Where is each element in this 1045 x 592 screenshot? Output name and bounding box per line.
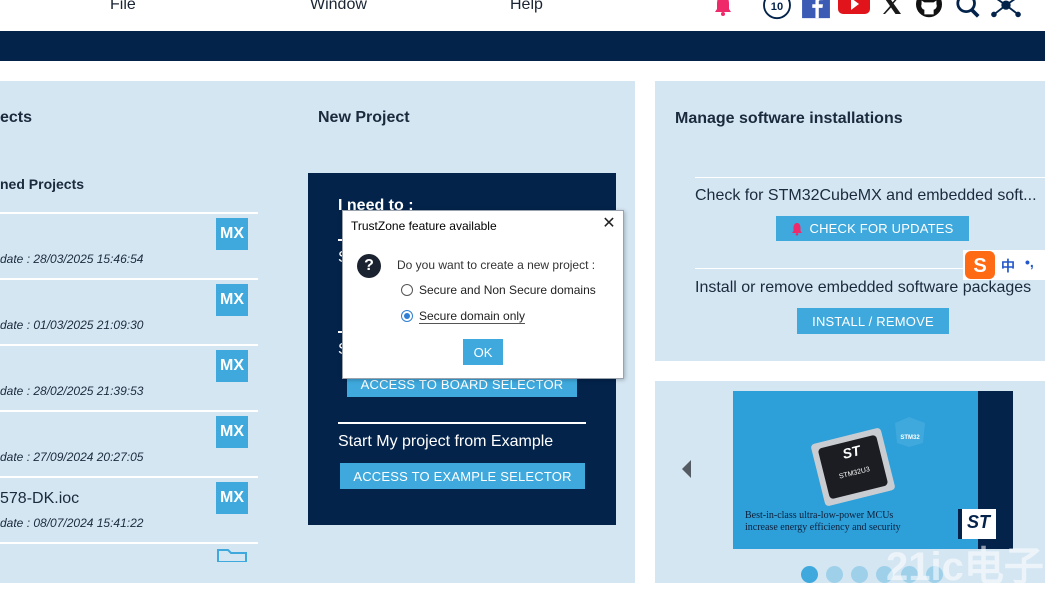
carousel-dot[interactable] (851, 566, 868, 583)
option-secure-non-secure-label[interactable]: Secure and Non Secure domains (419, 283, 596, 297)
nav-band (0, 31, 1045, 61)
trustzone-dialog: TrustZone feature available ✕ ? Do you w… (342, 210, 624, 379)
mx-badge-icon[interactable]: MX (216, 350, 248, 382)
recent-project-date: date : 28/03/2025 15:46:54 (0, 252, 144, 266)
recent-project-date: date : 27/09/2024 20:27:05 (0, 450, 144, 464)
bell-icon (792, 222, 803, 236)
ime-mode-label[interactable]: 中 (1001, 256, 1015, 276)
stm32-badge-label: STM32 (900, 435, 920, 441)
menu-file[interactable]: File (110, 0, 136, 14)
svg-text:10: 10 (771, 1, 783, 13)
ime-toolbar[interactable]: S 中 •, (963, 250, 1045, 280)
facebook-icon[interactable] (800, 0, 832, 20)
svg-text:S: S (973, 255, 986, 277)
dialog-title: TrustZone feature available (351, 219, 497, 233)
sogou-logo-icon[interactable]: S (965, 251, 995, 279)
recent-project-row[interactable]: date : 27/09/2024 20:27:05 MX (0, 410, 258, 476)
divider (338, 422, 586, 424)
recent-project-row[interactable] (0, 542, 258, 562)
recent-project-row[interactable]: date : 01/03/2025 21:09:30 MX (0, 278, 258, 344)
network-icon[interactable] (988, 0, 1024, 20)
new-project-title: New Project (318, 109, 410, 126)
recent-project-row[interactable]: 578-DK.ioc date : 08/07/2024 15:41:22 MX (0, 476, 258, 542)
radio-secure-non-secure[interactable] (401, 284, 413, 296)
radio-secure-only[interactable] (401, 310, 413, 322)
recent-project-date: date : 28/02/2025 21:39:53 (0, 384, 144, 398)
example-heading: Start My project from Example (338, 433, 554, 450)
menu-window[interactable]: Window (310, 0, 367, 14)
mcu-chip-image: ST STM32U3 (811, 428, 895, 506)
stm32-badge-icon: STM32 (895, 417, 925, 447)
access-example-selector-button[interactable]: ACCESS TO EXAMPLE SELECTOR (340, 463, 585, 489)
watermark: 21ic电子网 (886, 545, 1045, 589)
divider (695, 177, 1045, 178)
carousel-dot[interactable] (801, 566, 818, 583)
opened-projects-subtitle: ned Projects (0, 176, 85, 192)
menu-help[interactable]: Help (510, 0, 543, 14)
check-for-updates-button[interactable]: CHECK FOR UPDATES (776, 216, 969, 241)
folder-icon[interactable] (216, 548, 248, 562)
mx-badge-icon[interactable]: MX (216, 218, 248, 250)
ok-button[interactable]: OK (463, 339, 503, 365)
manage-software-panel: Manage software installations Check for … (655, 81, 1045, 361)
install-remove-button[interactable]: INSTALL / REMOVE (797, 308, 949, 334)
manage-software-title: Manage software installations (675, 110, 903, 127)
x-twitter-icon[interactable] (880, 0, 904, 20)
mx-badge-icon[interactable]: MX (216, 482, 248, 514)
mx-badge-icon[interactable]: MX (216, 284, 248, 316)
chevron-left-icon[interactable] (681, 460, 693, 478)
close-icon[interactable]: ✕ (601, 216, 617, 232)
install-packages-text: Install or remove embedded software pack… (695, 279, 1032, 296)
search-icon[interactable] (954, 0, 982, 20)
check-for-updates-label: CHECK FOR UPDATES (809, 221, 954, 236)
recent-project-row[interactable]: date : 28/02/2025 21:39:53 MX (0, 344, 258, 410)
dialog-prompt: Do you want to create a new project : (397, 258, 596, 272)
recent-project-date: date : 01/03/2025 21:09:30 (0, 318, 144, 332)
github-icon[interactable] (912, 0, 946, 20)
ime-punct-label[interactable]: •, (1025, 254, 1034, 270)
mx-badge-icon[interactable]: MX (216, 416, 248, 448)
banner-line-1: Best-in-class ultra-low-power MCUs (745, 510, 894, 521)
banner-line-2: increase energy efficiency and security (745, 522, 901, 533)
option-secure-only-label[interactable]: Secure domain only (419, 309, 526, 324)
check-updates-text: Check for STM32CubeMX and embedded soft.… (695, 187, 1037, 204)
st-logo: ST (967, 512, 991, 532)
youtube-icon[interactable] (836, 0, 872, 20)
recent-project-row[interactable]: date : 28/03/2025 15:46:54 MX (0, 212, 258, 278)
menubar: File Window Help 10 (0, 0, 1045, 31)
anniversary-badge-icon[interactable]: 10 (760, 0, 794, 20)
bell-icon[interactable] (712, 0, 734, 18)
banner-caption: Best-in-class ultra-low-power MCUs incre… (745, 510, 901, 534)
recent-project-name[interactable]: 578-DK.ioc (0, 490, 79, 508)
question-icon: ? (357, 254, 381, 278)
recent-projects-title: ects (0, 109, 33, 126)
promo-banner[interactable]: ST STM32U3 STM32 Best-in-class ultra-low… (733, 391, 1013, 549)
carousel-dot[interactable] (826, 566, 843, 583)
recent-project-date: date : 08/07/2024 15:41:22 (0, 516, 144, 530)
